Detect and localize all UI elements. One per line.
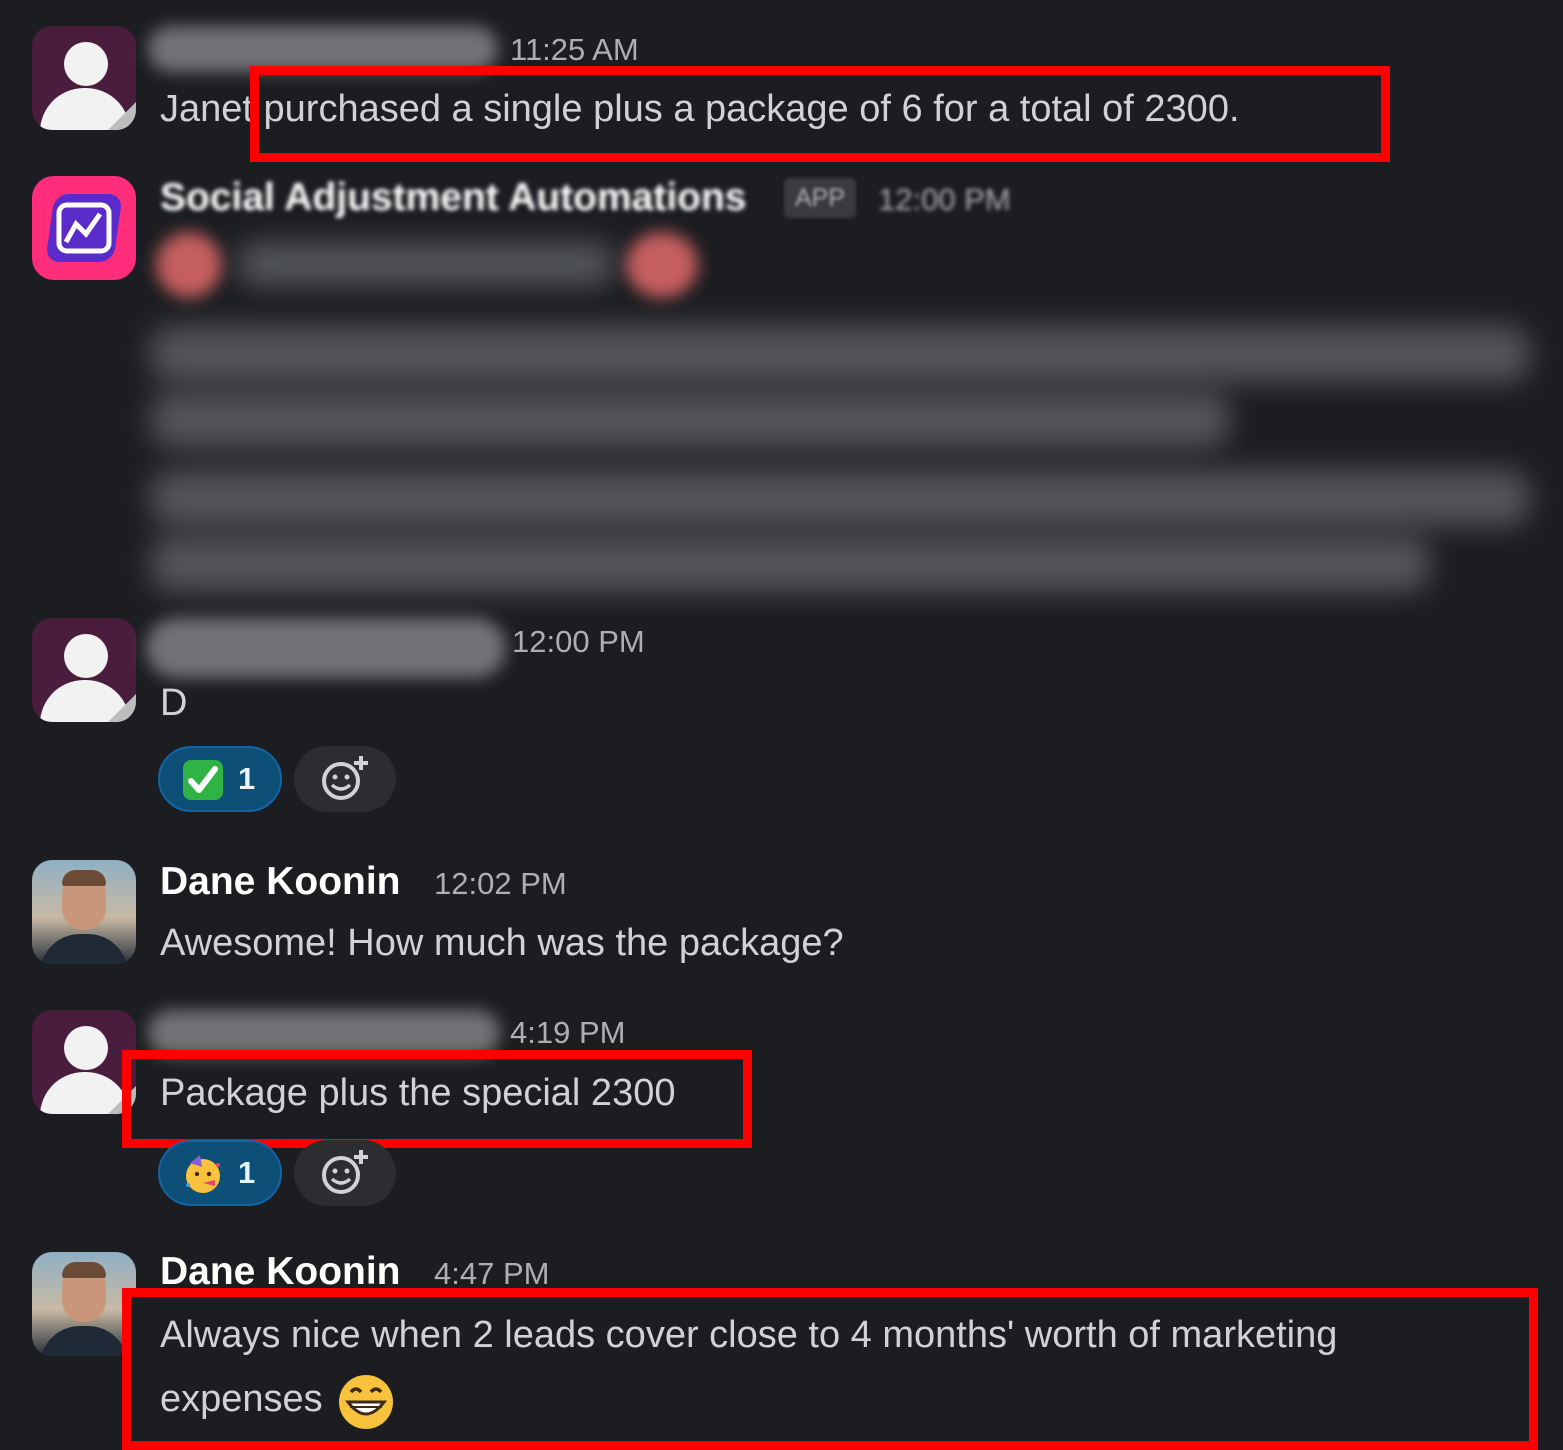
highlight-box [250, 66, 1390, 162]
redacted-emoji [156, 232, 222, 298]
message-timestamp[interactable]: 4:47 PM [434, 1256, 549, 1292]
redacted-text [150, 470, 1530, 526]
redacted-text [150, 392, 1230, 448]
dane-koonin-avatar[interactable] [32, 860, 136, 964]
redacted-sender-name [146, 618, 506, 678]
redacted-text [150, 326, 1530, 382]
reaction-chip[interactable]: 1 [158, 1140, 282, 1206]
add-reaction-button[interactable] [294, 1140, 396, 1206]
user-avatar[interactable] [32, 26, 136, 130]
message-text-line1: Always nice when 2 leads cover close to … [160, 1314, 1338, 1356]
person-icon [64, 1026, 108, 1070]
message-timestamp[interactable]: 11:25 AM [510, 32, 639, 68]
person-icon [64, 634, 108, 678]
user-avatar[interactable] [32, 1010, 136, 1114]
grinning-face-icon [339, 1375, 393, 1429]
message-timestamp[interactable]: 12:00 PM [878, 182, 1011, 218]
dane-koonin-avatar[interactable] [32, 1252, 136, 1356]
highlight-box [122, 1288, 1538, 1450]
app-sender-name[interactable]: Social Adjustment Automations [160, 176, 747, 220]
partying-face-icon [186, 1155, 220, 1193]
user-avatar[interactable] [32, 618, 136, 722]
app-badge: APP [784, 178, 856, 218]
add-reaction-button[interactable] [294, 746, 396, 812]
reaction-count: 1 [238, 1155, 256, 1190]
sender-name[interactable]: Dane Koonin [160, 860, 401, 904]
check-mark-icon [183, 760, 223, 800]
redacted-emoji [626, 232, 698, 298]
add-emoji-icon [322, 1150, 368, 1194]
redacted-text [150, 536, 1430, 592]
reaction-count: 1 [238, 761, 256, 796]
app-avatar[interactable] [32, 176, 136, 280]
person-icon [64, 42, 108, 86]
message-timestamp[interactable]: 4:19 PM [510, 1015, 625, 1051]
chart-logo-icon [56, 202, 112, 254]
redacted-text [236, 242, 616, 286]
message-timestamp[interactable]: 12:00 PM [512, 624, 645, 660]
message-text: D [160, 682, 188, 724]
highlight-box [122, 1050, 752, 1148]
message-text-line2: expenses [160, 1378, 323, 1420]
message-timestamp[interactable]: 12:02 PM [434, 866, 567, 902]
reaction-chip[interactable]: 1 [158, 746, 282, 812]
message-text: Awesome! How much was the package? [160, 922, 844, 964]
add-emoji-icon [322, 756, 368, 800]
